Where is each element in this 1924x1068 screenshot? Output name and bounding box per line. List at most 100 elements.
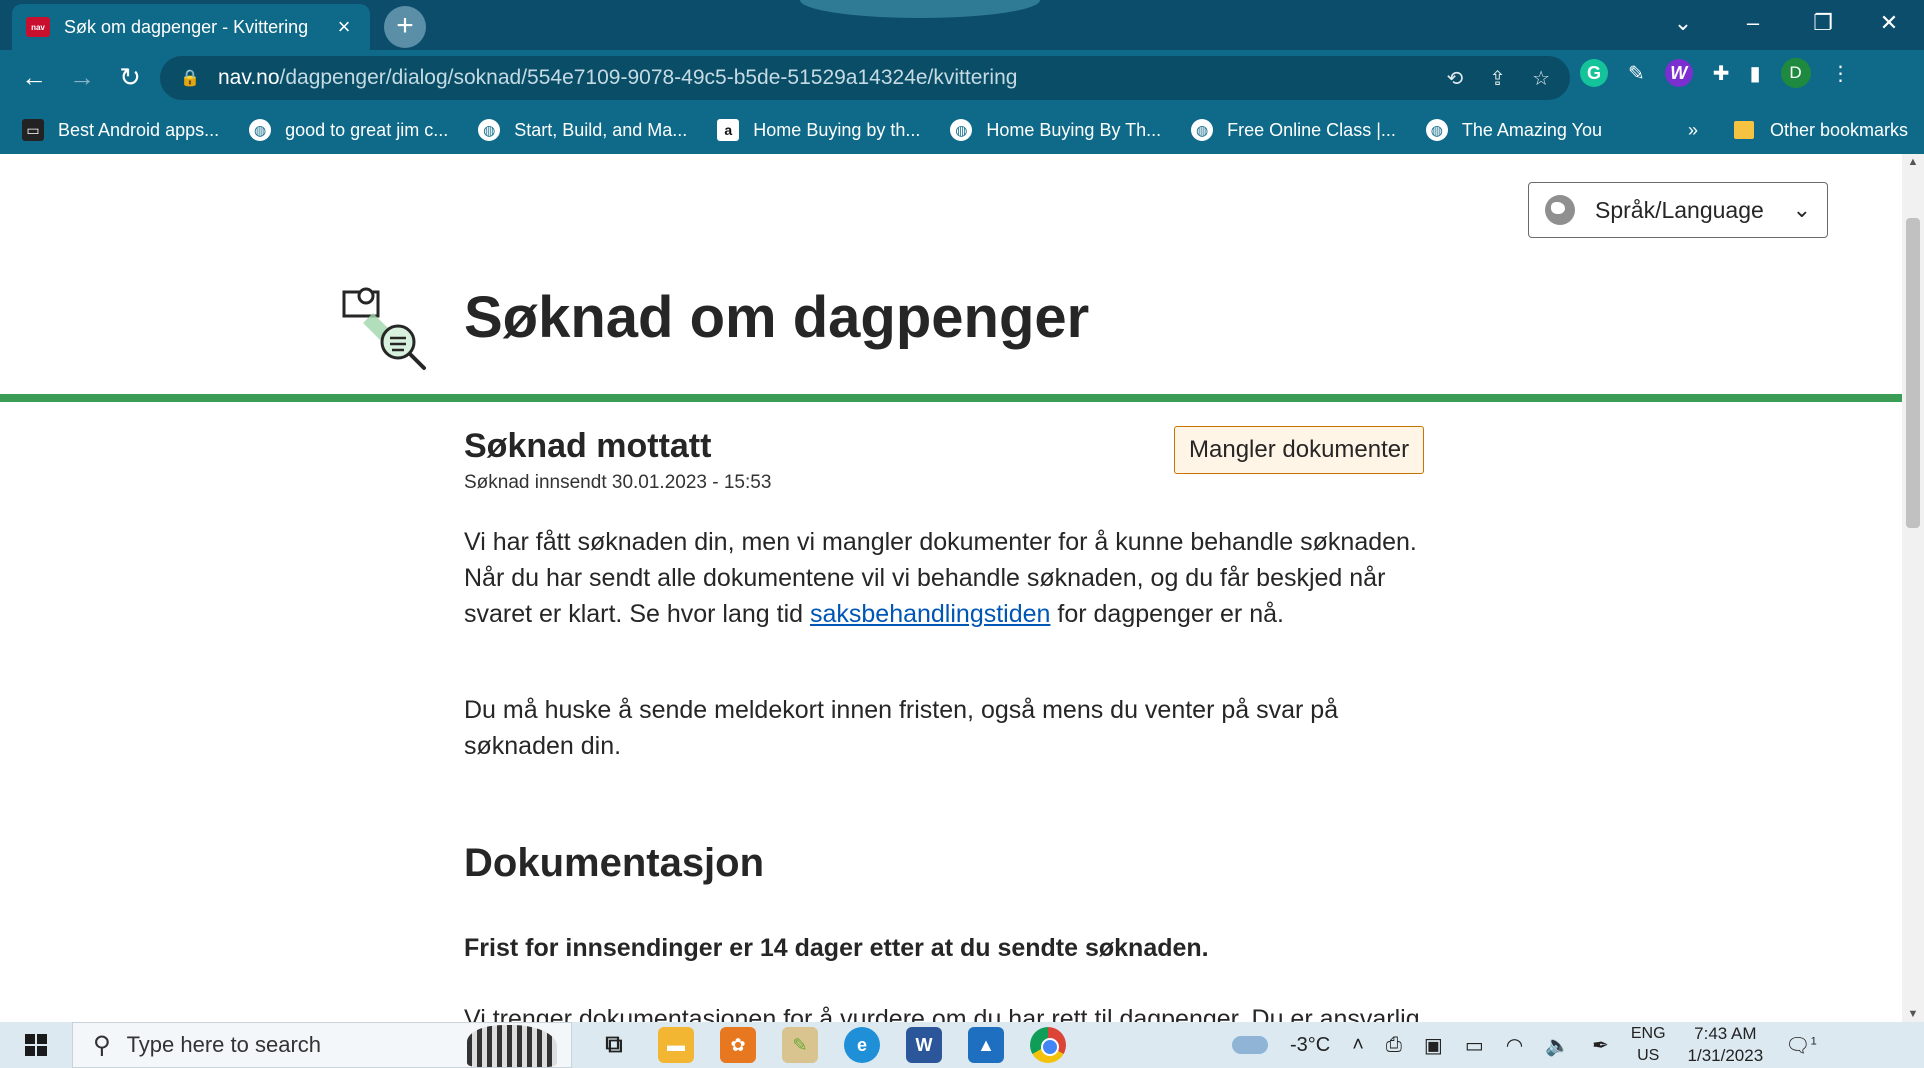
clock-date: 1/31/2023: [1687, 1046, 1764, 1065]
meet-now-icon[interactable]: ⎙: [1386, 1034, 1402, 1057]
language-line2: US: [1637, 1047, 1660, 1064]
bookmarks-bar: ▭ Best Android apps... ◍ good to great j…: [0, 106, 1924, 154]
bookmark-label: Free Online Class |...: [1227, 119, 1396, 140]
bookmark-item[interactable]: ▭ Best Android apps...: [22, 119, 219, 141]
amazon-icon: a: [717, 119, 740, 141]
w-extension-icon[interactable]: W: [1664, 59, 1693, 87]
orange-app-icon[interactable]: ✿: [720, 1027, 756, 1063]
globe-icon: ◍: [1191, 119, 1214, 141]
wifi-icon[interactable]: ◠: [1506, 1033, 1523, 1058]
share-icon[interactable]: ⇪: [1489, 66, 1506, 91]
pen-extension-icon[interactable]: ✎: [1628, 61, 1645, 86]
theme-decoration: [800, 0, 1040, 18]
edge-icon[interactable]: e: [844, 1027, 880, 1063]
meldekort-paragraph: Du må huske å sende meldekort innen fris…: [464, 696, 1339, 760]
minimize-button[interactable]: –: [1718, 0, 1788, 50]
globe-icon: ◍: [249, 119, 272, 141]
language-selector[interactable]: Språk/Language ⌄: [1528, 182, 1828, 238]
bookmark-item[interactable]: a Home Buying by th...: [717, 119, 920, 141]
scroll-up-icon[interactable]: ▲: [1902, 156, 1924, 168]
system-tray: -3°C ˄ ⎙ ▣ ▭ ◠ 🔈 ✒ ENG US 7:43 AM 1/31/2…: [1232, 1022, 1817, 1068]
new-tab-button[interactable]: +: [384, 6, 426, 48]
bookmark-label: Start, Build, and Ma...: [514, 119, 688, 140]
language-indicator[interactable]: ENG US: [1631, 1023, 1666, 1067]
weather-cloud-icon[interactable]: [1232, 1036, 1268, 1054]
display-icon[interactable]: ▣: [1424, 1033, 1443, 1058]
reload-button[interactable]: ↻: [110, 58, 150, 98]
url-path: /dagpenger/dialog/soknad/554e7109-9078-4…: [279, 66, 1018, 89]
notification-icon[interactable]: 🗨1: [1785, 1033, 1817, 1058]
bookmark-item[interactable]: ◍ Home Buying By Th...: [950, 119, 1161, 141]
clock[interactable]: 7:43 AM 1/31/2023: [1688, 1023, 1764, 1067]
taskbar-search[interactable]: ⚲ Type here to search: [72, 1022, 572, 1068]
side-panel-icon[interactable]: ▮: [1750, 61, 1761, 86]
browser-toolbar: ← → ↻ 🔒 nav.no/dagpenger/dialog/soknad/5…: [0, 50, 1924, 106]
forward-button[interactable]: →: [62, 58, 102, 98]
bookmark-item[interactable]: ◍ Free Online Class |...: [1191, 119, 1396, 141]
status-badge: Mangler dokumenter: [1174, 426, 1425, 474]
lock-icon[interactable]: 🔒: [180, 68, 200, 88]
zebra-search-highlight-icon: [467, 1025, 557, 1067]
close-window-button[interactable]: ✕: [1854, 0, 1924, 50]
globe-icon: ◍: [478, 119, 501, 141]
restore-button[interactable]: ❐: [1788, 0, 1858, 50]
vertical-scrollbar[interactable]: ▲ ▼: [1902, 154, 1924, 1022]
tab-bar: nav Søk om dagpenger - Kvittering × + ⌄ …: [0, 0, 1924, 50]
tablet-icon: ▭: [22, 119, 44, 141]
windows-logo-icon: [25, 1034, 47, 1056]
receipt-paragraph: Vi har fått søknaden din, men vi mangler…: [464, 524, 1444, 632]
menu-kebab-icon[interactable]: ⋮: [1831, 61, 1851, 86]
word-icon[interactable]: W: [906, 1027, 942, 1063]
chevron-down-icon: ⌄: [1792, 197, 1811, 222]
scroll-down-icon[interactable]: ▼: [1902, 1008, 1924, 1020]
tab-search-icon[interactable]: ⌄: [1648, 0, 1718, 50]
other-bookmarks-button[interactable]: Other bookmarks: [1734, 106, 1908, 154]
language-line1: ENG: [1630, 1025, 1666, 1042]
bookmark-item[interactable]: ◍ The Amazing You: [1425, 119, 1602, 141]
scrollbar-thumb[interactable]: [1906, 218, 1920, 528]
deadline-text: Frist for innsendinger er 14 dager etter…: [464, 934, 1209, 962]
other-bookmarks-label: Other bookmarks: [1770, 119, 1909, 140]
nav-favicon-icon: nav: [26, 17, 50, 37]
language-selector-label: Språk/Language: [1595, 196, 1764, 223]
address-bar[interactable]: 🔒 nav.no/dagpenger/dialog/soknad/554e710…: [160, 56, 1570, 100]
bookmark-item[interactable]: ◍ good to great jim c...: [249, 119, 448, 141]
volume-icon[interactable]: 🔈: [1545, 1033, 1570, 1058]
bookmark-star-icon[interactable]: ☆: [1532, 66, 1550, 91]
task-view-icon[interactable]: ⧉: [596, 1027, 632, 1063]
photos-icon[interactable]: ▲: [968, 1027, 1004, 1063]
chrome-icon[interactable]: [1030, 1027, 1066, 1063]
receipt-date: Søknad innsendt 30.01.2023 - 15:53: [464, 472, 772, 493]
globe-icon: [1545, 195, 1575, 225]
bookmark-label: Best Android apps...: [58, 119, 220, 140]
grammarly-extension-icon[interactable]: G: [1580, 59, 1608, 87]
bookmark-label: Home Buying by th...: [753, 119, 921, 140]
back-button[interactable]: ←: [14, 58, 54, 98]
web-page: Språk/Language ⌄ Søknad om dagpenger Søk…: [0, 154, 1902, 1022]
chevron-up-icon[interactable]: ˄: [1352, 1034, 1364, 1057]
translate-icon[interactable]: ⟲: [1447, 66, 1464, 91]
search-placeholder: Type here to search: [126, 1032, 322, 1057]
battery-icon[interactable]: ▭: [1465, 1033, 1484, 1058]
weather-temperature[interactable]: -3°C: [1290, 1034, 1330, 1057]
notification-count: 1: [1810, 1034, 1817, 1047]
section-title: Dokumentasjon: [464, 841, 765, 885]
close-tab-icon[interactable]: ×: [332, 14, 356, 40]
pen-icon[interactable]: ✒: [1592, 1033, 1609, 1058]
page-title: Søknad om dagpenger: [464, 285, 1090, 350]
globe-icon: ◍: [950, 119, 973, 141]
start-button[interactable]: [0, 1022, 72, 1068]
bookmark-item[interactable]: ◍ Start, Build, and Ma...: [478, 119, 687, 141]
bookmarks-overflow-button[interactable]: »: [1688, 106, 1698, 154]
paragraph-text: for dagpenger er nå.: [1050, 600, 1284, 628]
tab-title: Søk om dagpenger - Kvittering: [64, 16, 309, 37]
bookmark-label: good to great jim c...: [285, 119, 449, 140]
extensions-puzzle-icon[interactable]: ✚: [1713, 61, 1730, 86]
paint-icon[interactable]: ✎: [782, 1027, 818, 1063]
profile-avatar[interactable]: D: [1780, 58, 1811, 88]
windows-taskbar: ⚲ Type here to search ⧉ ▬ ✿ ✎ e W ▲ -3°C…: [0, 1022, 1924, 1068]
file-explorer-icon[interactable]: ▬: [658, 1027, 694, 1063]
processing-time-link[interactable]: saksbehandlingstiden: [810, 600, 1050, 628]
receipt-content: Søknad mottatt Søknad innsendt 30.01.202…: [464, 424, 1444, 1022]
browser-tab-active[interactable]: nav Søk om dagpenger - Kvittering ×: [12, 4, 370, 50]
